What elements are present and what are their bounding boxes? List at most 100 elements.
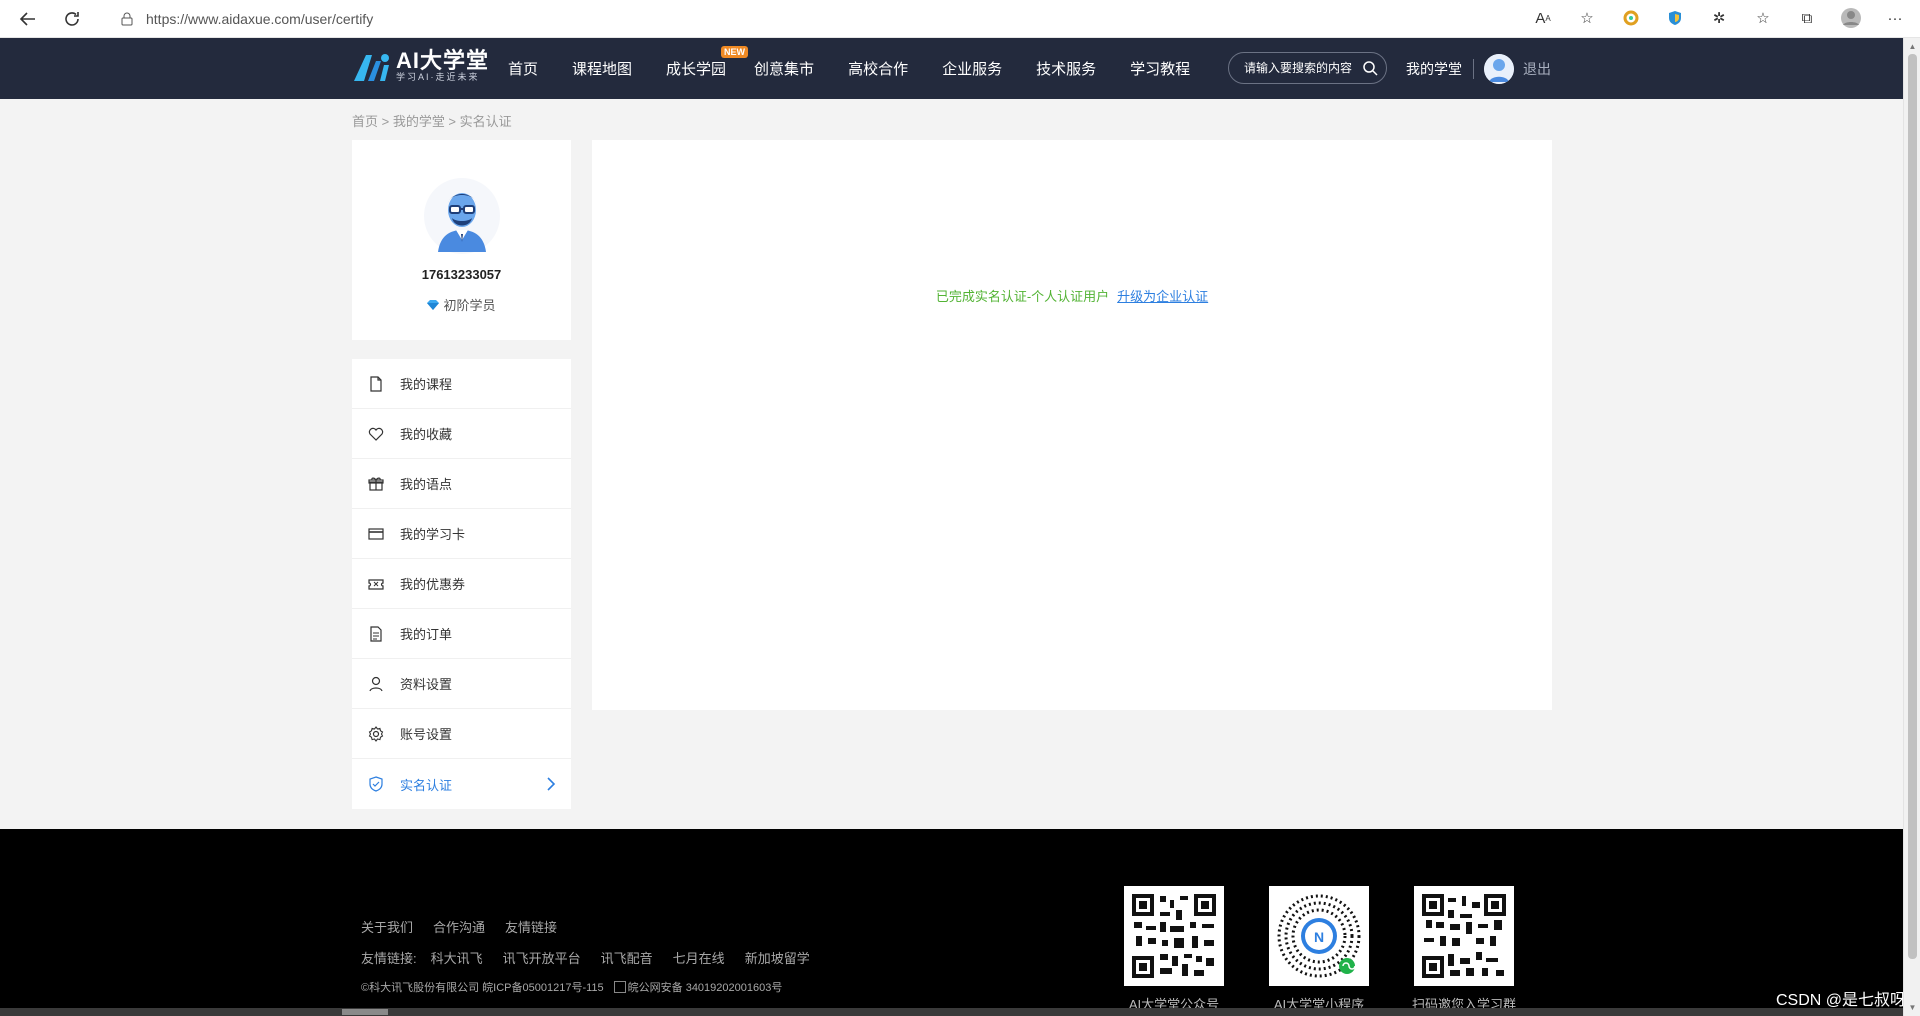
footer-link-about[interactable]: 关于我们 <box>361 917 413 936</box>
header-divider <box>1473 59 1474 79</box>
extensions-puzzle-icon[interactable]: ✲ <box>1706 5 1732 31</box>
gear-icon <box>368 725 384 742</box>
nav-university[interactable]: 高校合作 <box>848 58 908 79</box>
user-avatar-icon <box>424 178 500 254</box>
menu-item-my-points[interactable]: 我的语点 <box>352 459 571 509</box>
user-icon <box>369 676 383 691</box>
friend-link[interactable]: 七月在线 <box>673 948 725 967</box>
menu-item-label: 我的学习卡 <box>400 527 466 542</box>
diamond-icon <box>427 299 440 310</box>
menu-item-real-name-auth[interactable]: 实名认证 <box>352 759 571 809</box>
friend-link[interactable]: 讯飞配音 <box>601 948 653 967</box>
heart-icon <box>368 427 384 441</box>
ticket-icon <box>368 578 384 590</box>
menu-item-label: 我的课程 <box>400 377 453 392</box>
svg-text:N: N <box>1314 929 1324 945</box>
logout-link[interactable]: 退出 <box>1523 59 1551 79</box>
nav-course-map[interactable]: 课程地图 <box>572 58 632 79</box>
url-text: https://www.aidaxue.com/user/certify <box>146 11 374 27</box>
broken-image-icon <box>613 981 626 993</box>
menu-item-label: 实名认证 <box>400 777 453 793</box>
nav-home[interactable]: 首页 <box>508 58 538 79</box>
menu-item-label: 我的语点 <box>400 477 453 492</box>
vertical-scrollbar[interactable]: ▲ ▼ <box>1903 38 1920 1016</box>
scroll-down-icon[interactable]: ▼ <box>1908 1003 1917 1012</box>
menu-item-account-settings[interactable]: 账号设置 <box>352 709 571 759</box>
extension-shield-icon[interactable] <box>1662 5 1688 31</box>
scroll-up-icon[interactable]: ▲ <box>1908 42 1917 51</box>
watermark: CSDN @是七叔呀 <box>1775 992 1906 1009</box>
friend-links-label: 友情链接: <box>361 951 417 966</box>
user-level-label: 初阶学员 <box>443 298 496 313</box>
menu-item-label: 账号设置 <box>400 727 453 742</box>
police-record-link[interactable]: 皖公网安备 34019202001603号 <box>628 979 783 995</box>
menu-item-my-orders[interactable]: 我的订单 <box>352 609 571 659</box>
favorite-star-icon[interactable]: ☆ <box>1574 5 1600 31</box>
back-icon[interactable] <box>14 5 42 33</box>
card-icon <box>368 527 384 540</box>
profile-icon[interactable] <box>1838 5 1864 31</box>
menu-item-profile-settings[interactable]: 资料设置 <box>352 659 571 709</box>
copyright-text: ©科大讯飞股份有限公司 皖ICP备05001217号-115 <box>361 982 604 994</box>
status-text: 已完成实名认证-个人认证用户 <box>935 289 1110 304</box>
my-school-link[interactable]: 我的学堂 <box>1406 59 1462 79</box>
avatar[interactable] <box>1484 54 1514 84</box>
footer-link-cooperation[interactable]: 合作沟通 <box>433 917 485 936</box>
certification-panel: 已完成实名认证-个人认证用户 升级为企业认证 <box>592 140 1552 710</box>
new-badge: NEW <box>721 46 749 58</box>
friend-link[interactable]: 新加坡留学 <box>745 948 810 967</box>
menu-item-my-study-card[interactable]: 我的学习卡 <box>352 509 571 559</box>
menu-item-label: 资料设置 <box>400 677 453 692</box>
scrollbar-thumb[interactable] <box>342 1009 388 1015</box>
logo-mark-icon <box>354 53 389 81</box>
menu-item-label: 我的收藏 <box>400 427 453 442</box>
order-icon <box>370 625 382 642</box>
search-icon[interactable] <box>1362 60 1378 76</box>
footer-links: 关于我们 合作沟通 友情链接 <box>361 917 557 936</box>
collections-icon[interactable]: ⧉ <box>1794 5 1820 31</box>
scrollbar-thumb[interactable] <box>1908 54 1917 959</box>
address-bar[interactable]: https://www.aidaxue.com/user/certify <box>100 4 1590 34</box>
user-id: 17613233057 <box>421 267 502 282</box>
nav-tutorials[interactable]: 学习教程 <box>1130 58 1190 79</box>
more-menu-icon[interactable]: ··· <box>1882 5 1908 31</box>
certification-status: 已完成实名认证-个人认证用户 升级为企业认证 <box>592 286 1552 305</box>
menu-item-my-favorites[interactable]: 我的收藏 <box>352 409 571 459</box>
shield-icon <box>369 776 383 792</box>
nav-creative-market[interactable]: 创意集市 <box>754 58 814 79</box>
search-input[interactable] <box>1244 61 1362 75</box>
document-icon <box>370 375 382 392</box>
horizontal-scrollbar[interactable] <box>0 1008 1903 1016</box>
nav-growth-park[interactable]: 成长学园 NEW <box>666 46 749 79</box>
user-level: 初阶学员 <box>352 295 571 314</box>
friend-link[interactable]: 讯飞开放平台 <box>503 948 581 967</box>
site-header: AI大学堂 学习AI·走近未来 首页 课程地图 成长学园 NEW 创意集市 高校合… <box>0 38 1903 99</box>
copyright: ©科大讯飞股份有限公司 皖ICP备05001217号-115 皖公网安备 340… <box>361 979 782 995</box>
footer-link-friends[interactable]: 友情链接 <box>505 917 557 936</box>
menu-item-label: 我的优惠券 <box>400 577 466 592</box>
upgrade-enterprise-link[interactable]: 升级为企业认证 <box>1117 289 1208 304</box>
menu-item-my-courses[interactable]: 我的课程 <box>352 359 571 409</box>
extension-circle-icon[interactable] <box>1618 5 1644 31</box>
qr-official-account: AI大学堂公众号 <box>1124 886 1224 1013</box>
qr-study-group: 扫码邀您入学习群 <box>1412 886 1516 1013</box>
nav-tech-service[interactable]: 技术服务 <box>1036 58 1096 79</box>
logo-slogan: 学习AI·走近未来 <box>396 72 480 82</box>
breadcrumb[interactable]: 首页 > 我的学堂 > 实名认证 <box>352 111 512 130</box>
browser-toolbar: https://www.aidaxue.com/user/certify AA … <box>0 0 1920 38</box>
friend-links: 友情链接: 科大讯飞 讯飞开放平台 讯飞配音 七月在线 新加坡留学 <box>361 948 810 967</box>
site-logo[interactable]: AI大学堂 学习AI·走近未来 <box>352 50 489 83</box>
search-box <box>1228 52 1387 84</box>
favorites-icon[interactable]: ☆ <box>1750 5 1776 31</box>
main-nav: 首页 课程地图 成长学园 NEW 创意集市 高校合作 企业服务 技术服务 学习教程 <box>508 38 1224 99</box>
refresh-icon[interactable] <box>58 5 86 33</box>
logo-title: AI大学堂 <box>396 48 490 73</box>
profile-card: 17613233057 初阶学员 <box>352 140 571 340</box>
gift-icon <box>368 477 384 491</box>
lock-icon <box>121 12 133 26</box>
read-aloud-icon[interactable]: AA <box>1530 5 1556 31</box>
menu-item-my-coupons[interactable]: 我的优惠券 <box>352 559 571 609</box>
qr-code-icon <box>1414 886 1514 986</box>
nav-enterprise[interactable]: 企业服务 <box>942 58 1002 79</box>
friend-link[interactable]: 科大讯飞 <box>431 948 483 967</box>
